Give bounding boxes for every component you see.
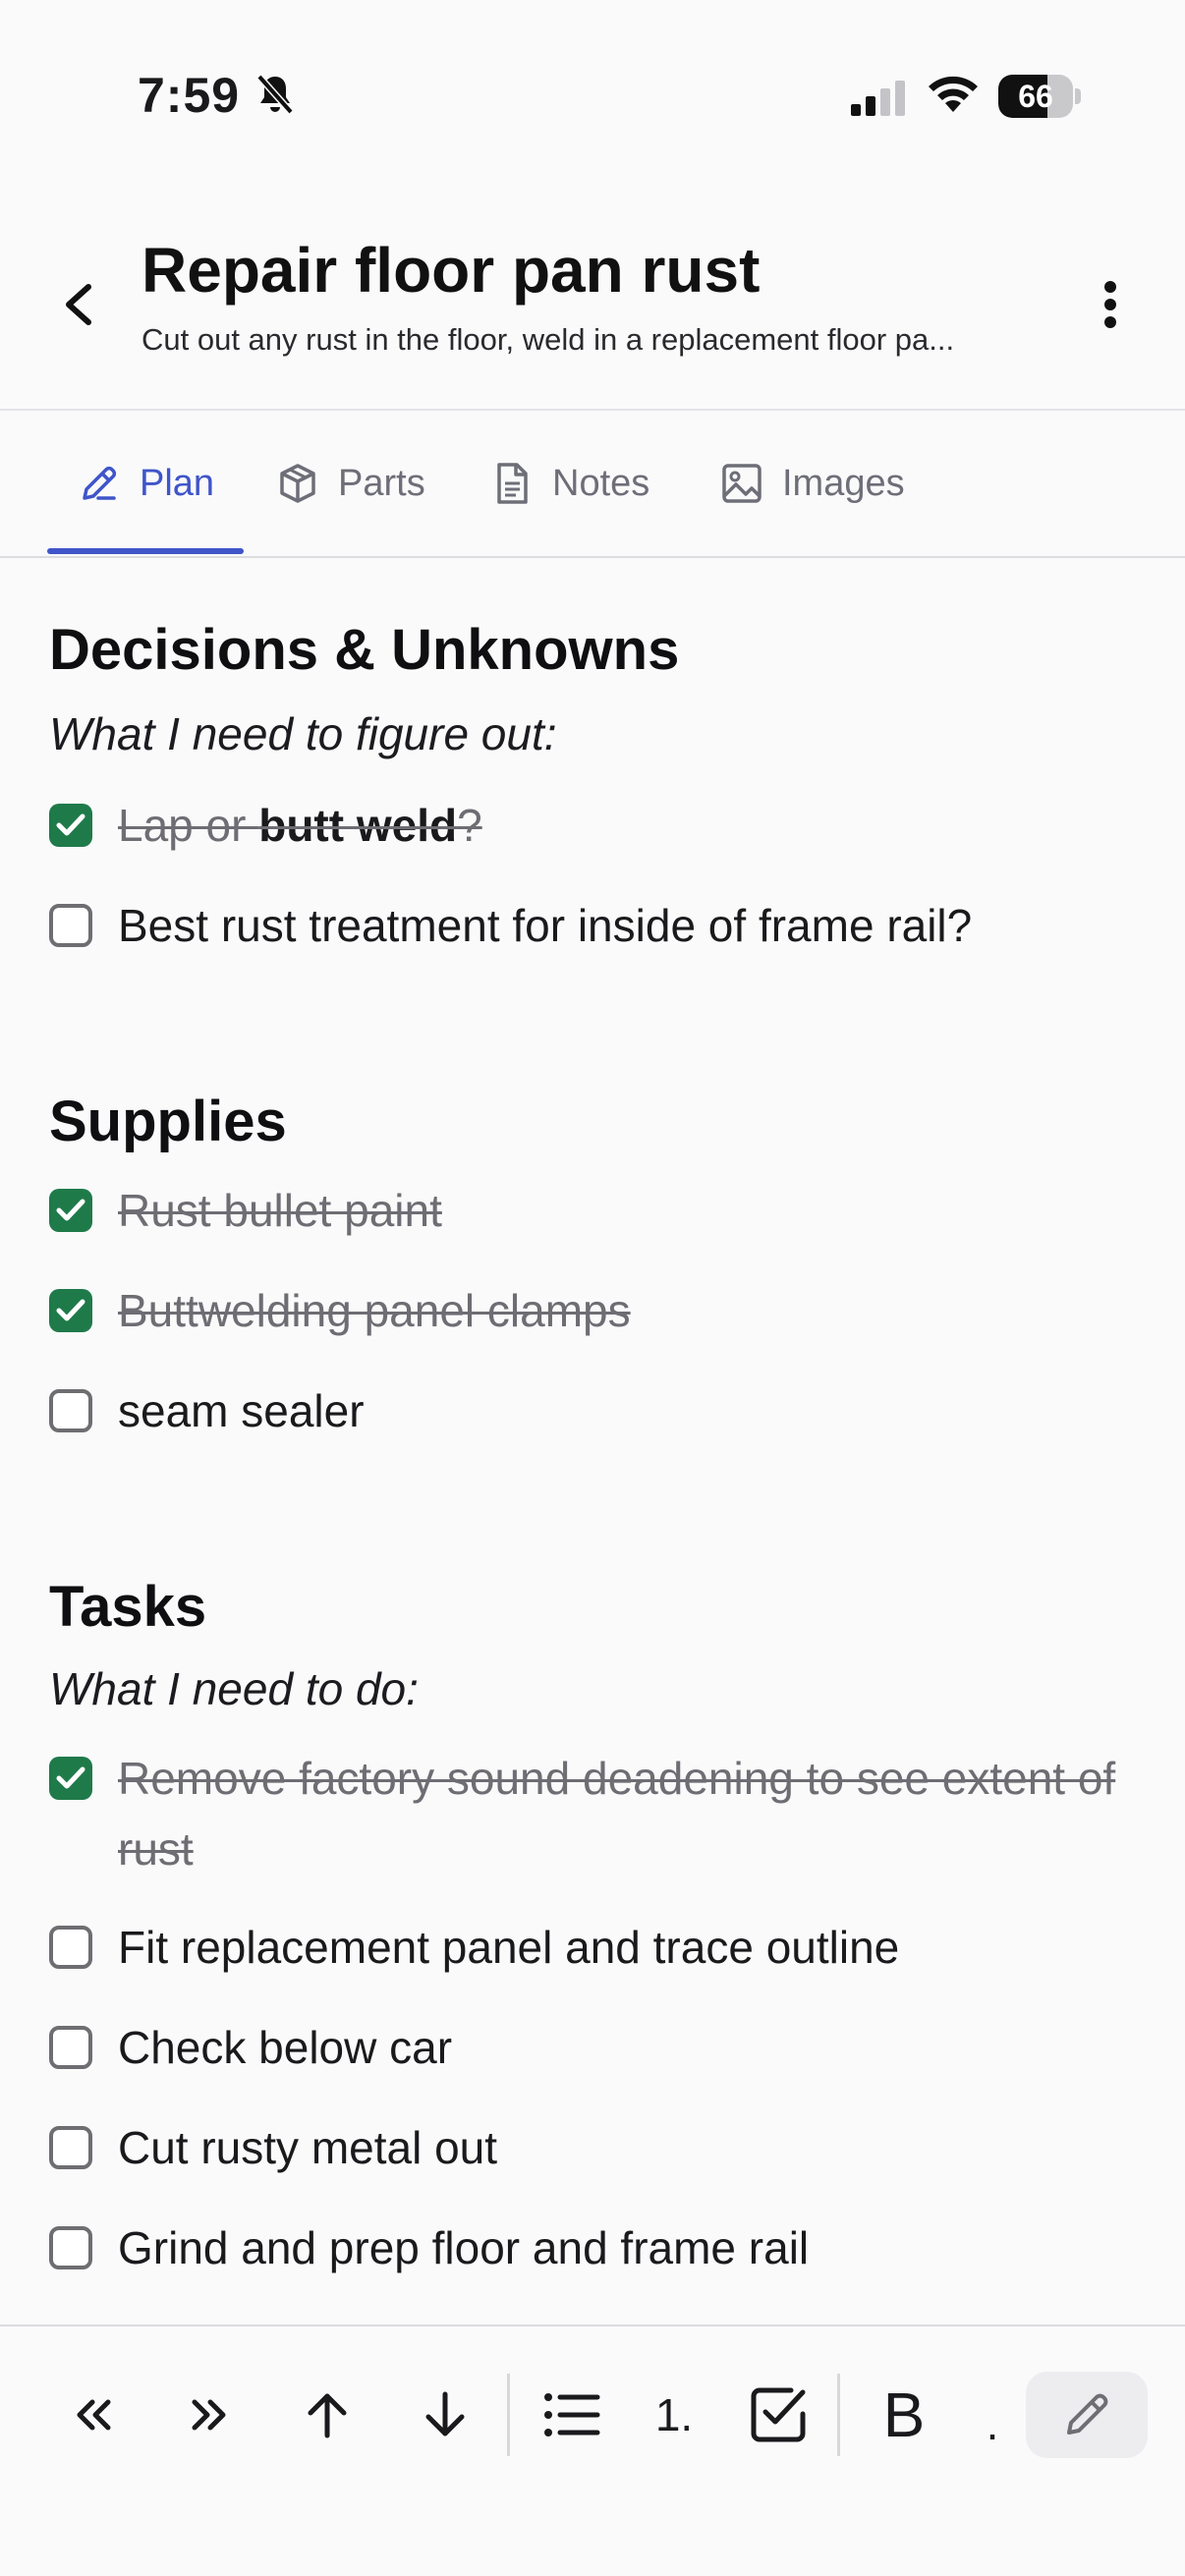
battery-indicator: 66 [998,75,1081,118]
arrow-down-icon [425,2391,465,2436]
checkbox-checked[interactable] [49,1289,92,1332]
checkbox-unchecked[interactable] [49,2226,92,2269]
checkbox-unchecked[interactable] [49,1926,92,1969]
checklist-item-text[interactable]: Check below car [118,2012,452,2083]
checkbox-unchecked[interactable] [49,2126,92,2169]
section-title-supplies: Supplies [49,1090,287,1153]
more-options-icon[interactable] [1087,265,1134,344]
status-time: 7:59 [138,68,241,123]
bell-muted-icon [256,74,294,115]
checkmark-icon [56,1766,85,1789]
pencil-icon [83,466,117,500]
battery-percent: 66 [1018,79,1053,114]
numbered-list-label: 1. [654,2389,694,2440]
indent-button[interactable] [175,2370,244,2460]
double-chevron-left-icon [77,2399,111,2431]
section-intro-decisions: What I need to figure out: [49,708,557,759]
bullet-list-icon [544,2393,600,2436]
document-icon [497,463,528,504]
image-icon [722,464,762,503]
checklist-item-text[interactable]: Rust bullet paint [118,1175,442,1246]
checklist-item-text[interactable]: Fit replacement panel and trace outline [118,1912,899,1983]
page-subtitle: Cut out any rust in the floor, weld in a… [141,322,955,357]
checklist-item-text[interactable]: Lap or butt weld? [118,790,482,861]
checklist-item-text[interactable]: Best rust treatment for inside of frame … [118,890,972,961]
checklist-item-text[interactable]: Buttwelding panel clamps [118,1275,631,1346]
tab-images-label: Images [782,462,905,504]
checkbox-checked[interactable] [49,1189,92,1232]
move-down-button[interactable] [411,2370,480,2460]
active-tab-indicator [47,548,244,554]
checklist-item-text[interactable]: Grind and prep floor and frame rail [118,2212,809,2283]
more-format-label: . [986,2398,999,2449]
tab-parts[interactable]: Parts [275,411,425,556]
checkbox-unchecked[interactable] [49,904,92,947]
wifi-icon [929,76,978,112]
checklist-item-text[interactable]: Cut rusty metal out [118,2112,497,2183]
box-icon [280,464,315,503]
tab-bar: Plan Parts Notes Images [0,411,1185,556]
outdent-button[interactable] [59,2370,128,2460]
section-intro-tasks: What I need to do: [49,1663,419,1714]
checkbox-checked[interactable] [49,1757,92,1800]
bullet-list-button[interactable] [536,2370,607,2460]
checkbox-icon [751,2387,806,2442]
page-title: Repair floor pan rust [141,235,761,306]
bold-text: butt weld [258,800,458,851]
edit-mode-button[interactable] [1026,2372,1148,2458]
bold-button[interactable]: B [865,2370,943,2460]
checkbox-unchecked[interactable] [49,1389,92,1432]
pencil-icon [1067,2393,1108,2435]
checklist-item-text[interactable]: Remove factory sound deadening to see ex… [118,1743,1140,1884]
checkmark-icon [56,813,85,836]
tab-plan[interactable]: Plan [77,411,214,556]
double-chevron-right-icon [192,2399,226,2431]
back-chevron-icon[interactable] [49,265,108,344]
tab-plan-label: Plan [140,462,215,504]
move-up-button[interactable] [293,2370,362,2460]
numbered-list-button[interactable]: 1. [639,2370,709,2460]
tab-parts-label: Parts [338,462,425,504]
toolbar-separator [837,2374,840,2456]
checklist-item-text[interactable]: seam sealer [118,1375,365,1446]
formatting-toolbar: 1. B . [0,2326,1185,2576]
page-header: Repair floor pan rust Cut out any rust i… [0,206,1185,409]
section-title-tasks: Tasks [49,1575,207,1639]
checkbox-unchecked[interactable] [49,2026,92,2069]
tab-notes-label: Notes [552,462,650,504]
section-title-decisions: Decisions & Unknowns [49,618,680,682]
cellular-signal-icon [851,81,905,116]
toolbar-separator [507,2374,510,2456]
plan-editor[interactable]: Decisions & Unknowns What I need to figu… [0,558,1185,2326]
tab-images[interactable]: Images [719,411,905,556]
tab-notes[interactable]: Notes [489,411,649,556]
checkmark-icon [56,1299,85,1321]
checklist-button[interactable] [741,2370,816,2460]
checkmark-icon [56,1199,85,1221]
status-bar: 7:59 66 [0,0,1185,196]
bold-label: B [882,2380,926,2450]
checkbox-checked[interactable] [49,804,92,847]
more-format-button[interactable]: . [973,2370,1012,2460]
arrow-up-icon [308,2393,347,2438]
